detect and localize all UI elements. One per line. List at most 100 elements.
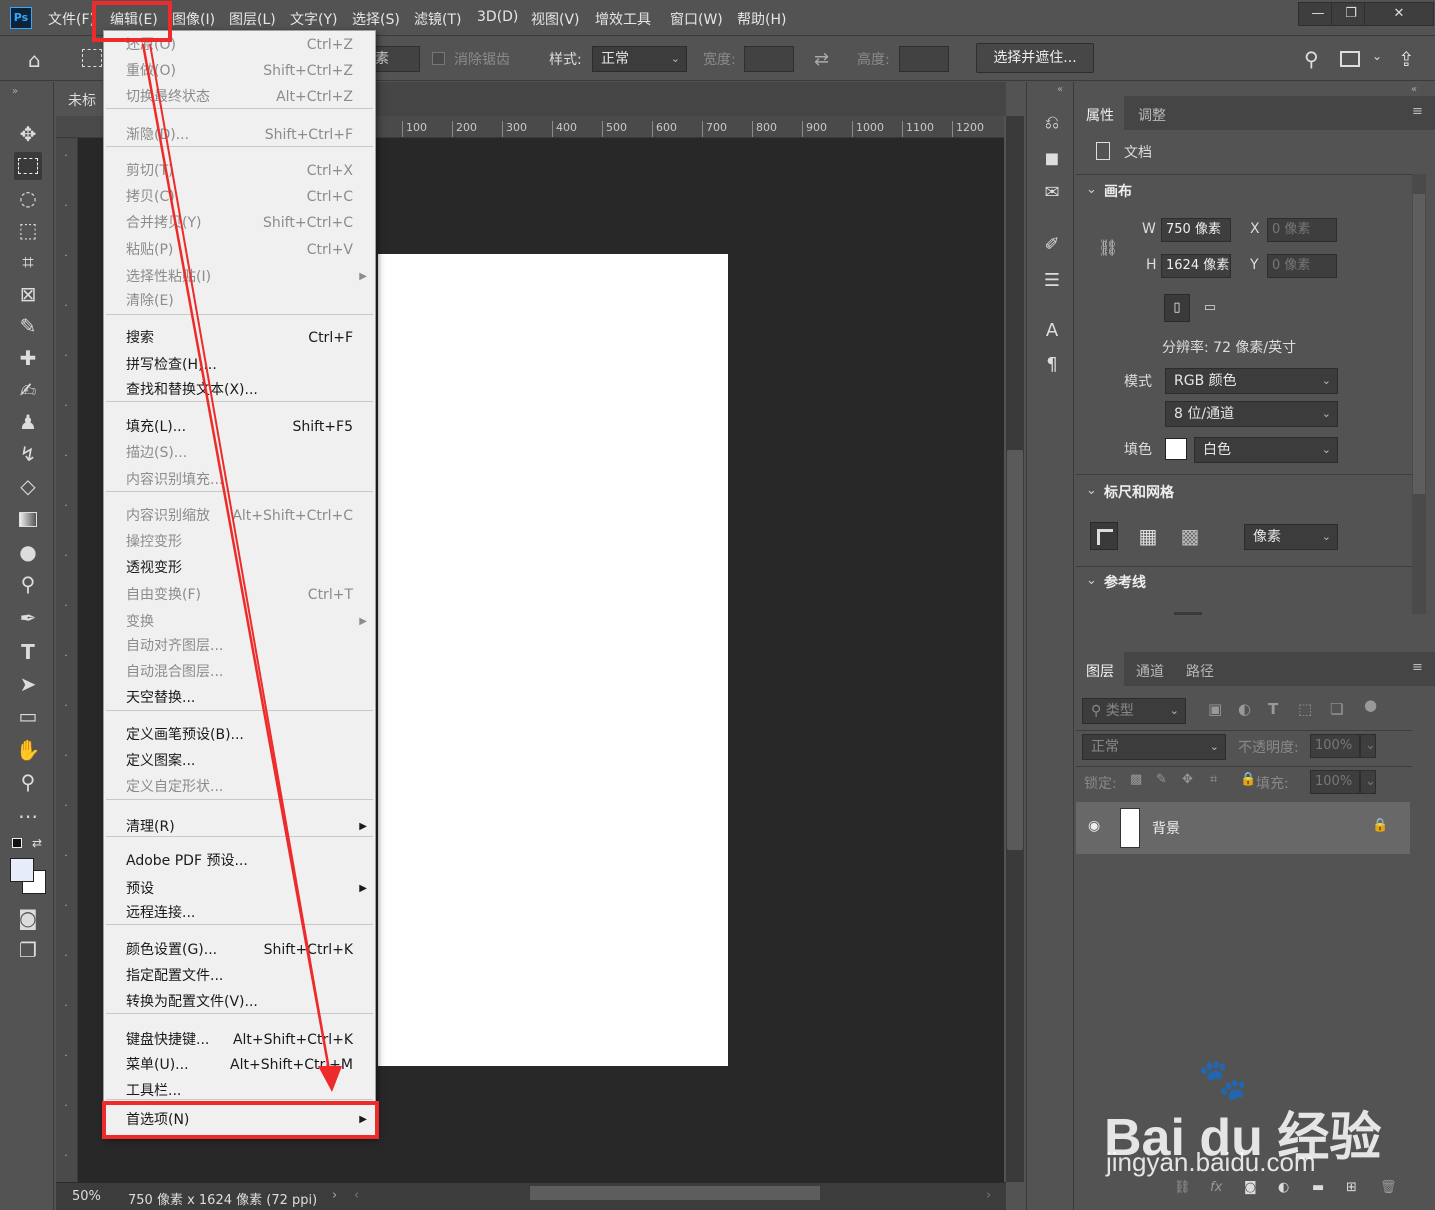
chevron-down-icon[interactable]: ⌄	[1086, 483, 1097, 498]
document-canvas[interactable]	[378, 254, 728, 1066]
swap-icon[interactable]: ⇄	[814, 49, 829, 70]
menu-item[interactable]: 预设 ▶	[104, 876, 375, 902]
lock-transparent-icon[interactable]: ▩	[1130, 772, 1142, 787]
paragraph-icon[interactable]: ¶	[1039, 352, 1065, 378]
eye-icon[interactable]: ◉	[1088, 818, 1100, 834]
marquee-tool-icon[interactable]	[14, 152, 42, 180]
zoom-level[interactable]: 50%	[72, 1189, 101, 1204]
guides-section-title[interactable]: 参考线	[1104, 572, 1146, 592]
path-select-tool-icon[interactable]: ➤	[14, 670, 42, 698]
collapse-icon[interactable]: »	[12, 86, 18, 97]
object-select-tool-icon[interactable]: ⬚	[14, 216, 42, 244]
lock-paint-icon[interactable]: ✎	[1156, 772, 1167, 787]
swap-colors-icon[interactable]: ⇄	[32, 836, 42, 850]
style-select[interactable]: 正常 ⌄	[592, 46, 687, 72]
smart-object-filter-icon[interactable]: ❏	[1330, 700, 1343, 718]
menu-file[interactable]: 文件(F)	[48, 9, 95, 29]
select-and-mask-button[interactable]: 选择并遮住...	[976, 43, 1094, 73]
ruler-units-select[interactable]: 像素 ⌄	[1244, 524, 1338, 550]
height-input[interactable]	[899, 46, 949, 72]
feather-input[interactable]: 素	[370, 46, 420, 72]
chevron-down-icon[interactable]: ⌄	[1086, 573, 1097, 588]
vertical-scroll-thumb[interactable]	[1007, 450, 1023, 850]
pixel-filter-icon[interactable]: ▣	[1208, 700, 1222, 718]
layer-row[interactable]: ◉ 背景 🔒	[1076, 802, 1410, 854]
tab-layers[interactable]: 图层	[1076, 652, 1124, 686]
menu-type[interactable]: 文字(Y)	[290, 9, 337, 29]
blur-tool-icon[interactable]: ●	[14, 538, 42, 566]
layer-name[interactable]: 背景	[1152, 818, 1180, 838]
menu-item[interactable]: 定义图案...	[104, 748, 375, 774]
blend-mode-select[interactable]: 正常 ⌄	[1082, 734, 1226, 760]
menu-item[interactable]: 远程连接...	[104, 900, 375, 926]
library-icon[interactable]: ◼	[1039, 146, 1065, 172]
menu-item[interactable]: 转换为配置文件(V)...	[104, 989, 375, 1015]
scroll-right-icon[interactable]: ›	[986, 1188, 991, 1203]
workspace-icon[interactable]	[1340, 51, 1360, 67]
ruler-toggle-icon[interactable]	[1090, 522, 1118, 550]
antialias-checkbox[interactable]	[432, 52, 445, 65]
menu-item[interactable]: 拼写检查(H)...	[104, 352, 375, 378]
fill-color-swatch[interactable]	[1165, 438, 1187, 460]
search-icon[interactable]: ⚲	[1304, 47, 1319, 71]
quick-mask-icon[interactable]: ◙	[14, 904, 42, 932]
menu-item[interactable]: 查找和替换文本(X)...	[104, 377, 375, 403]
menu-help[interactable]: 帮助(H)	[737, 9, 786, 29]
lock-position-icon[interactable]: ✥	[1182, 772, 1193, 787]
menu-3d[interactable]: 3D(D)	[477, 9, 518, 25]
rulers-grid-section-title[interactable]: 标尺和网格	[1104, 482, 1174, 502]
eraser-tool-icon[interactable]: ◇	[14, 472, 42, 500]
menu-item[interactable]: 填充(L)... Shift+F5	[104, 414, 375, 440]
rect-marquee-icon[interactable]	[82, 49, 102, 67]
chevron-down-icon[interactable]: ⌄	[1360, 770, 1376, 794]
bit-depth-select[interactable]: 8 位/通道 ⌄	[1165, 401, 1338, 427]
fill-input[interactable]: 100%	[1310, 770, 1360, 794]
brush-tool-icon[interactable]: ✍	[14, 376, 42, 404]
lasso-tool-icon[interactable]: ◌	[14, 184, 42, 212]
chevron-down-icon[interactable]: ⌄	[1086, 182, 1097, 197]
history-icon[interactable]: ⎌	[1039, 110, 1065, 136]
chevron-down-icon[interactable]: ⌄	[1372, 49, 1382, 63]
close-button[interactable]: ✕	[1364, 2, 1434, 26]
character-icon[interactable]: A	[1039, 318, 1065, 344]
healing-tool-icon[interactable]: ✚	[14, 344, 42, 372]
filter-toggle-icon[interactable]: ●	[1364, 696, 1377, 714]
menu-item[interactable]: 透视变形	[104, 555, 375, 581]
menu-layer[interactable]: 图层(L)	[229, 9, 276, 29]
menu-item[interactable]: 指定配置文件...	[104, 963, 375, 989]
tab-adjustments[interactable]: 调整	[1128, 96, 1176, 130]
canvas-height-input[interactable]: 1624 像素	[1161, 254, 1231, 278]
collapse-icon[interactable]: «	[1057, 84, 1063, 95]
tab-paths[interactable]: 路径	[1176, 652, 1224, 686]
zoom-tool-icon[interactable]: ⚲	[14, 768, 42, 796]
pen-tool-icon[interactable]: ✒	[14, 604, 42, 632]
lock-all-icon[interactable]: 🔒	[1240, 772, 1256, 787]
gradient-tool-icon[interactable]	[14, 506, 42, 534]
menu-view[interactable]: 视图(V)	[531, 9, 580, 29]
menu-item[interactable]: Adobe PDF 预设...	[104, 848, 375, 874]
menu-select[interactable]: 选择(S)	[352, 9, 400, 29]
fill-select[interactable]: 白色 ⌄	[1194, 437, 1338, 463]
chevron-down-icon[interactable]: ⌄	[1360, 734, 1376, 758]
history-brush-tool-icon[interactable]: ↯	[14, 440, 42, 468]
default-colors-icon[interactable]	[12, 838, 22, 848]
mode-select[interactable]: RGB 颜色 ⌄	[1165, 368, 1338, 394]
crop-tool-icon[interactable]: ⌗	[14, 248, 42, 276]
canvas-width-input[interactable]: 750 像素	[1161, 218, 1231, 242]
menu-item[interactable]: 搜索 Ctrl+F	[104, 325, 375, 351]
eyedropper-tool-icon[interactable]: ✎	[14, 312, 42, 340]
comment-icon[interactable]: ✉	[1039, 180, 1065, 206]
menu-image[interactable]: 图像(I)	[172, 9, 215, 29]
frame-tool-icon[interactable]: ⊠	[14, 280, 42, 308]
type-tool-icon[interactable]: T	[14, 638, 42, 666]
menu-window[interactable]: 窗口(W)	[670, 9, 723, 29]
menu-item[interactable]: 定义画笔预设(B)...	[104, 722, 375, 748]
chevron-right-icon[interactable]: ›	[332, 1188, 337, 1203]
landscape-icon[interactable]: ▭	[1198, 296, 1222, 320]
home-icon[interactable]: ⌂	[28, 49, 52, 71]
tab-channels[interactable]: 通道	[1126, 652, 1174, 686]
link-icon[interactable]: ⛓	[1098, 238, 1118, 257]
menu-item[interactable]: 天空替换...	[104, 685, 375, 711]
brush-settings-icon[interactable]: ✐	[1039, 232, 1065, 258]
type-filter-icon[interactable]: T	[1268, 700, 1278, 718]
